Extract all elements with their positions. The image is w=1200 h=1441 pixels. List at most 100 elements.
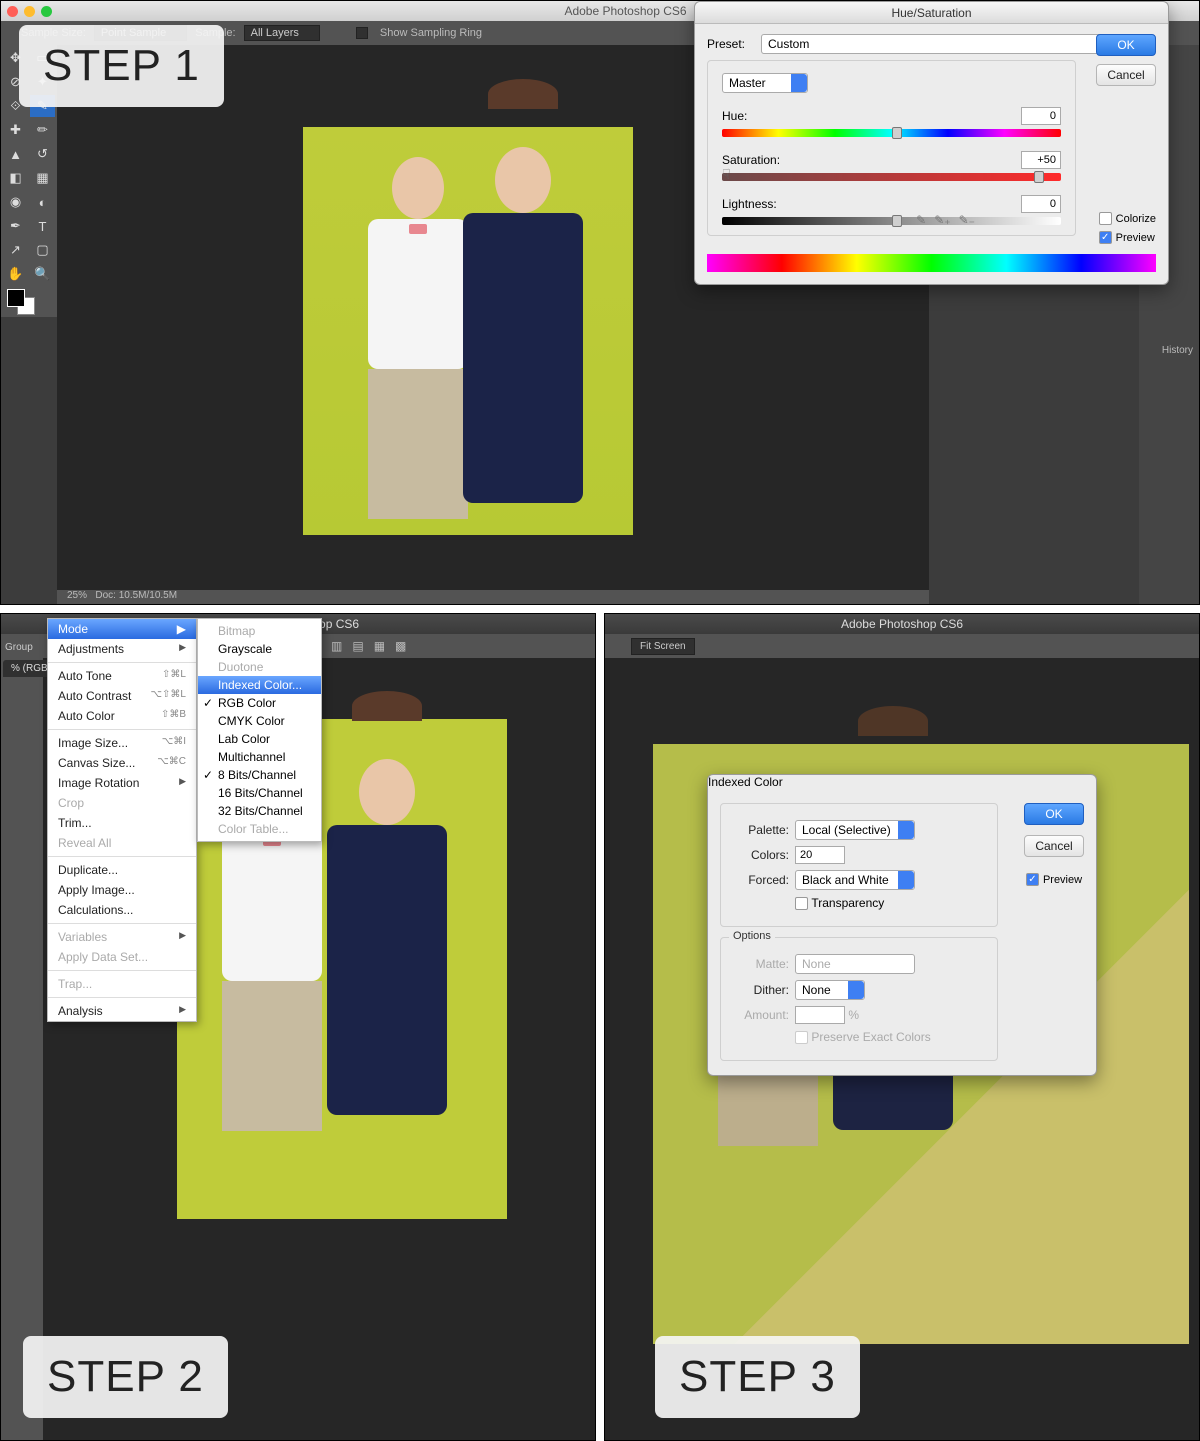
colorize-checkbox[interactable] xyxy=(1099,212,1112,225)
mode-submenu-item: Color Table... xyxy=(198,820,321,838)
menu-item: Variables xyxy=(48,927,196,947)
menu-item[interactable]: Calculations... xyxy=(48,900,196,920)
preserve-label: Preserve Exact Colors xyxy=(811,1030,930,1044)
document-image xyxy=(303,127,633,535)
align-icon[interactable]: ▥ xyxy=(331,639,342,653)
saturation-slider[interactable] xyxy=(722,173,1061,181)
hue-label: Hue: xyxy=(722,109,802,123)
align-icon[interactable]: ▩ xyxy=(395,639,406,653)
type-tool[interactable]: T xyxy=(30,215,55,237)
close-icon[interactable] xyxy=(7,6,18,17)
show-ring-label: Show Sampling Ring xyxy=(380,27,482,39)
preview-checkbox[interactable]: ✓ xyxy=(1099,231,1112,244)
saturation-value[interactable]: +50 xyxy=(1021,151,1061,169)
palette-select[interactable]: Local (Selective) xyxy=(795,820,915,840)
cancel-button[interactable]: Cancel xyxy=(1096,64,1156,86)
brush-tool[interactable]: ✏ xyxy=(30,119,55,141)
channel-select[interactable]: Master xyxy=(722,73,808,93)
menu-item[interactable]: Adjustments xyxy=(48,639,196,659)
minimize-icon[interactable] xyxy=(24,6,35,17)
mode-submenu-item[interactable]: Indexed Color... xyxy=(198,676,321,694)
fit-screen-button[interactable]: Fit Screen xyxy=(631,638,695,655)
dodge-tool[interactable]: ◐ xyxy=(30,191,55,213)
ok-button[interactable]: OK xyxy=(1096,34,1156,56)
menu-mode-item[interactable]: Mode▶ xyxy=(48,619,196,639)
preset-select[interactable]: Custom xyxy=(761,34,1127,54)
dither-select[interactable]: None xyxy=(795,980,865,1000)
mode-submenu-item[interactable]: RGB Color xyxy=(198,694,321,712)
transparency-checkbox[interactable] xyxy=(795,897,808,910)
mode-submenu-item[interactable]: CMYK Color xyxy=(198,712,321,730)
align-icon[interactable]: ▤ xyxy=(352,639,363,653)
mode-submenu-item[interactable]: 32 Bits/Channel xyxy=(198,802,321,820)
step1-panel: Adobe Photoshop CS6 Sample Size: Point S… xyxy=(0,0,1200,605)
lightness-label: Lightness: xyxy=(722,197,802,211)
hue-slider[interactable] xyxy=(722,129,1061,137)
transparency-label: Transparency xyxy=(811,896,884,910)
status-bar: 25% Doc: 10.5M/10.5M xyxy=(57,590,929,604)
colorize-label: Colorize xyxy=(1116,213,1156,225)
forced-select[interactable]: Black and White xyxy=(795,870,915,890)
window-titlebar: Adobe Photoshop CS6 xyxy=(605,614,1199,634)
targeted-adjust-icon[interactable]: ☟ xyxy=(722,166,731,183)
gradient-tool[interactable]: ▦ xyxy=(30,167,55,189)
image-menu: Mode▶ Adjustments Auto Tone⇧⌘LAuto Contra… xyxy=(47,618,197,1022)
dialog-title: Hue/Saturation xyxy=(695,2,1168,24)
hue-value[interactable]: 0 xyxy=(1021,107,1061,125)
mode-submenu-item[interactable]: 16 Bits/Channel xyxy=(198,784,321,802)
menu-item[interactable]: Auto Contrast⌥⇧⌘L xyxy=(48,686,196,706)
colors-input[interactable] xyxy=(795,846,845,864)
matte-label: Matte: xyxy=(733,957,789,971)
shape-tool[interactable]: ▢ xyxy=(30,239,55,261)
menu-item[interactable]: Auto Color⇧⌘B xyxy=(48,706,196,726)
mode-submenu: BitmapGrayscaleDuotoneIndexed Color...RG… xyxy=(197,618,322,842)
menu-item[interactable]: Auto Tone⇧⌘L xyxy=(48,666,196,686)
mode-submenu-item[interactable]: Lab Color xyxy=(198,730,321,748)
hand-tool[interactable]: ✋ xyxy=(3,263,28,285)
menu-item[interactable]: Image Rotation xyxy=(48,773,196,793)
history-brush-tool[interactable]: ↺ xyxy=(30,143,55,165)
preview-label: Preview xyxy=(1116,232,1155,244)
heal-tool[interactable]: ✚ xyxy=(3,119,28,141)
eyedropper-sub-icon[interactable]: ✎₋ xyxy=(959,213,975,227)
matte-select: None xyxy=(795,954,915,974)
amount-unit: % xyxy=(848,1008,859,1022)
preview-checkbox[interactable]: ✓ xyxy=(1026,873,1039,886)
menu-item[interactable]: Apply Image... xyxy=(48,880,196,900)
ok-button[interactable]: OK xyxy=(1024,803,1084,825)
palette-label: Palette: xyxy=(733,823,789,837)
hue-spectrum-bar xyxy=(707,254,1156,272)
blur-tool[interactable]: ◉ xyxy=(3,191,28,213)
zoom-icon[interactable] xyxy=(41,6,52,17)
mode-submenu-item[interactable]: Grayscale xyxy=(198,640,321,658)
mode-submenu-item[interactable]: 8 Bits/Channel xyxy=(198,766,321,784)
lightness-slider[interactable] xyxy=(722,217,1061,225)
menu-item[interactable]: Image Size...⌥⌘I xyxy=(48,733,196,753)
stamp-tool[interactable]: ▲ xyxy=(3,143,28,165)
pen-tool[interactable]: ✒ xyxy=(3,215,28,237)
menu-item: Apply Data Set... xyxy=(48,947,196,967)
color-swatches[interactable] xyxy=(3,287,55,315)
path-tool[interactable]: ↗ xyxy=(3,239,28,261)
sample-select[interactable]: All Layers xyxy=(244,25,320,41)
step2-panel: Adobe Photoshop CS6 ▥ ▤ ▦ ▩ Group % (RGB… xyxy=(0,613,596,1441)
zoom-level[interactable]: 25% xyxy=(67,590,87,601)
step3-panel: Adobe Photoshop CS6 Fit Screen Indexed C… xyxy=(604,613,1200,1441)
saturation-label: Saturation: xyxy=(722,153,802,167)
eyedropper-icon[interactable]: ✎ xyxy=(916,213,926,227)
indexed-color-dialog: Indexed Color OK Cancel ✓Preview Palette… xyxy=(707,774,1097,1076)
menu-item[interactable]: Trim... xyxy=(48,813,196,833)
mode-submenu-item[interactable]: Multichannel xyxy=(198,748,321,766)
eraser-tool[interactable]: ◧ xyxy=(3,167,28,189)
menu-item[interactable]: Analysis xyxy=(48,1001,196,1021)
zoom-tool[interactable]: 🔍 xyxy=(30,263,55,285)
lightness-value[interactable]: 0 xyxy=(1021,195,1061,213)
menu-item[interactable]: Duplicate... xyxy=(48,860,196,880)
menu-item: Crop xyxy=(48,793,196,813)
menu-item[interactable]: Canvas Size...⌥⌘C xyxy=(48,753,196,773)
align-icon[interactable]: ▦ xyxy=(374,639,385,653)
cancel-button[interactable]: Cancel xyxy=(1024,835,1084,857)
show-ring-checkbox[interactable] xyxy=(356,27,368,39)
eyedropper-add-icon[interactable]: ✎₊ xyxy=(934,213,950,227)
history-panel-label[interactable]: History xyxy=(1162,345,1193,356)
